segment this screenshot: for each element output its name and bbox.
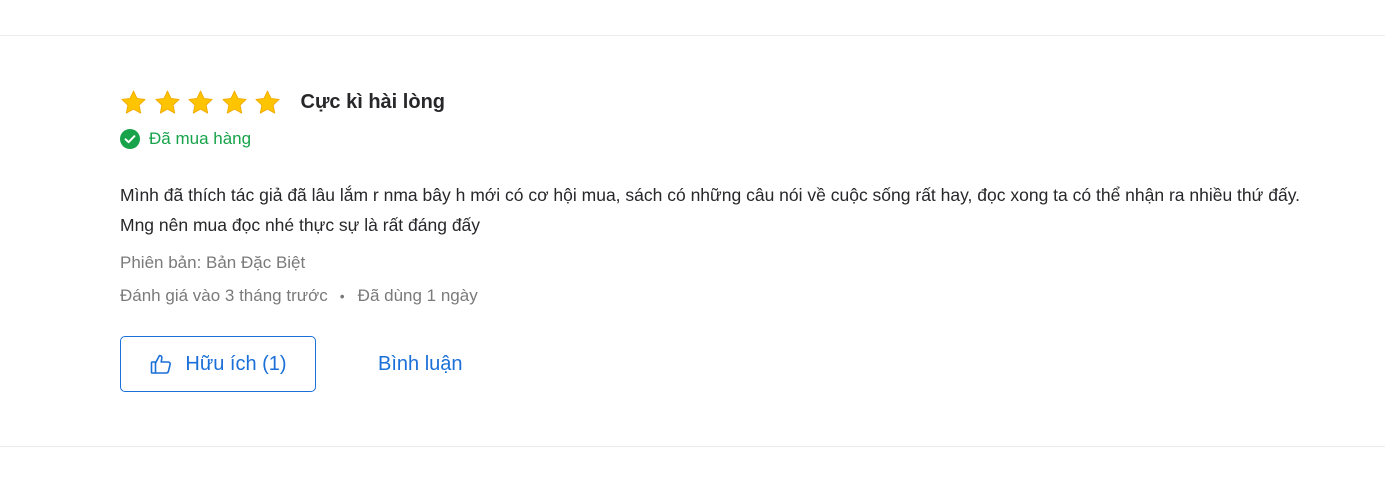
check-circle-icon (120, 129, 140, 149)
review-meta: Đánh giá vào 3 tháng trước • Đã dùng 1 n… (120, 285, 1320, 307)
top-divider (0, 35, 1385, 36)
review-title: Cực kì hài lòng (300, 90, 446, 113)
review-item: Cực kì hài lòng Đã mua hàng Mình đã thíc… (120, 86, 1320, 392)
bottom-divider (0, 446, 1385, 447)
star-icon (154, 89, 181, 116)
star-icon (254, 89, 281, 116)
review-actions: Hữu ích (1) Bình luận (120, 336, 1320, 392)
star-icon (120, 89, 147, 116)
meta-separator: • (339, 288, 345, 304)
helpful-button[interactable]: Hữu ích (1) (120, 336, 316, 392)
review-content: Mình đã thích tác giả đã lâu lắm r nma b… (120, 185, 1301, 235)
purchased-badge: Đã mua hàng (120, 128, 1320, 150)
thumbs-up-icon (149, 352, 173, 376)
helpful-label: Hữu ích (1) (185, 352, 287, 375)
rating-row: Cực kì hài lòng (120, 86, 1320, 118)
review-time: Đánh giá vào 3 tháng trước (120, 286, 328, 305)
star-icon (221, 89, 248, 116)
star-rating (120, 89, 288, 116)
usage-duration: Đã dùng 1 ngày (357, 286, 478, 305)
review-variant: Phiên bản: Bản Đặc Biệt (120, 253, 306, 272)
comment-button[interactable]: Bình luận (378, 353, 463, 376)
purchased-label: Đã mua hàng (149, 129, 252, 148)
star-icon (187, 89, 214, 116)
